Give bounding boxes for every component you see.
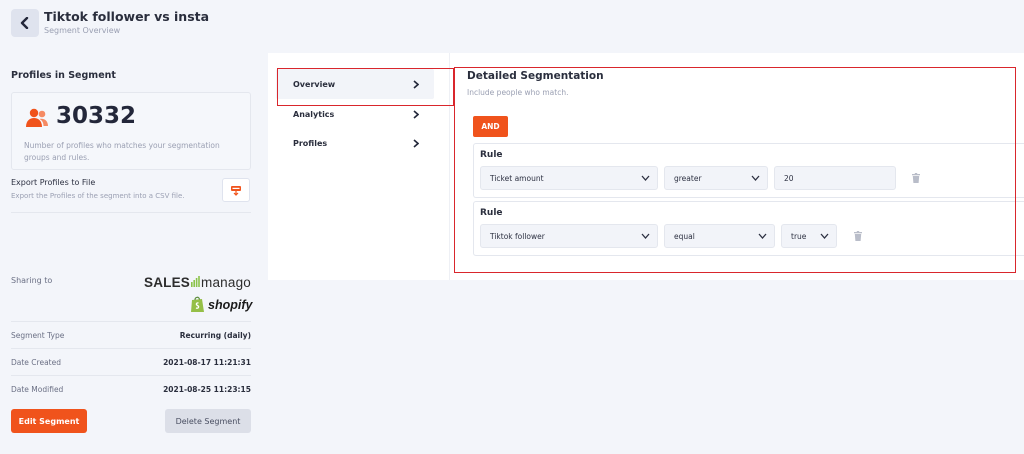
- chevron-right-icon: [413, 109, 419, 119]
- highlight-frame: [277, 68, 454, 106]
- export-title: Export Profiles to File: [11, 178, 96, 187]
- csv-file-icon: [231, 186, 241, 196]
- info-key: Date Created: [11, 357, 61, 367]
- shopify-logo: shopify: [190, 296, 252, 313]
- info-key: Date Modified: [11, 384, 64, 394]
- info-row-date-created: Date Created 2021-08-17 11:21:31: [11, 349, 251, 375]
- shopify-bag-icon: [191, 296, 204, 312]
- tab-label: Analytics: [293, 109, 335, 119]
- profile-count-description: Number of profiles who matches your segm…: [24, 141, 220, 162]
- delete-segment-button[interactable]: Delete Segment: [165, 409, 251, 433]
- edit-segment-button[interactable]: Edit Segment: [11, 409, 87, 433]
- page-title: Tiktok follower vs insta: [44, 9, 210, 24]
- sharing-label: Sharing to: [11, 276, 53, 285]
- tab-label: Profiles: [293, 138, 328, 148]
- salesmanago-logo: SALES manago: [144, 275, 252, 290]
- profiles-heading: Profiles in Segment: [11, 70, 116, 81]
- info-row-segment-type: Segment Type Recurring (daily): [11, 322, 251, 348]
- chevron-left-icon: [20, 17, 29, 29]
- back-button[interactable]: [11, 9, 39, 37]
- tab-profiles[interactable]: Profiles: [276, 128, 434, 158]
- export-description: Export the Profiles of the segment into …: [11, 192, 185, 200]
- users-icon: [26, 108, 48, 127]
- info-key: Segment Type: [11, 330, 65, 340]
- profile-count-card: 30332 Number of profiles who matches you…: [11, 92, 251, 170]
- export-csv-button[interactable]: [222, 178, 250, 202]
- info-value: 2021-08-17 11:21:31: [163, 357, 251, 367]
- info-row-date-modified: Date Modified 2021-08-25 11:23:15: [11, 376, 251, 402]
- info-value: 2021-08-25 11:23:15: [163, 384, 251, 394]
- chevron-right-icon: [413, 138, 419, 148]
- page-subtitle: Segment Overview: [44, 26, 121, 35]
- info-value: Recurring (daily): [179, 330, 251, 340]
- profile-count: 30332: [56, 103, 137, 129]
- highlight-frame: [454, 67, 1016, 273]
- divider: [11, 212, 251, 213]
